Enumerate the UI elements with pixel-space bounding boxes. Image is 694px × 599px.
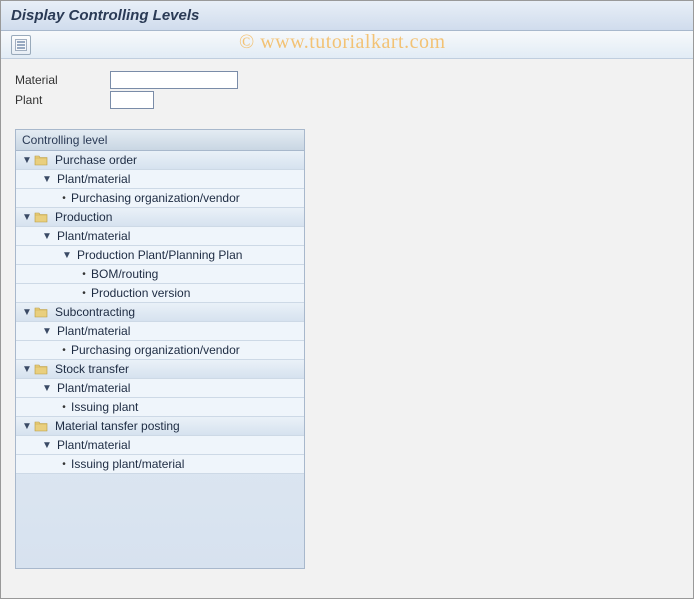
tree-body: ▼Purchase order▼Plant/material•Purchasin…: [16, 151, 304, 568]
expand-icon[interactable]: ▼: [41, 231, 53, 242]
tree-node[interactable]: ▼ Purchase order: [16, 151, 304, 170]
tree-node-label: Stock transfer: [52, 362, 129, 376]
tree-node-label: Plant/material: [54, 324, 130, 338]
expand-icon[interactable]: ▼: [61, 250, 73, 261]
expand-icon[interactable]: ▼: [21, 212, 33, 223]
toolbar: [1, 31, 693, 59]
tree-node[interactable]: •Production version: [16, 284, 304, 303]
details-icon: [15, 39, 27, 51]
tree-node-label: Issuing plant: [68, 400, 138, 414]
tree-node[interactable]: ▼Plant/material: [16, 436, 304, 455]
tree-node[interactable]: ▼ Stock transfer: [16, 360, 304, 379]
tree-node-label: Purchasing organization/vendor: [68, 191, 240, 205]
folder-icon: [34, 306, 48, 318]
material-label: Material: [15, 73, 110, 87]
expand-icon[interactable]: ▼: [41, 440, 53, 451]
material-field[interactable]: [110, 71, 238, 89]
folder-icon: [34, 363, 48, 375]
tree-node-label: Plant/material: [54, 229, 130, 243]
selection-form: Material Plant: [1, 59, 693, 121]
bullet-icon: •: [60, 193, 68, 204]
tree-node-label: Issuing plant/material: [68, 457, 184, 471]
plant-label: Plant: [15, 93, 110, 107]
page-title: Display Controlling Levels: [11, 7, 199, 24]
page-title-bar: Display Controlling Levels: [1, 1, 693, 31]
expand-icon[interactable]: ▼: [41, 174, 53, 185]
tree-node[interactable]: •Purchasing organization/vendor: [16, 189, 304, 208]
tree-header: Controlling level: [16, 130, 304, 151]
controlling-level-tree: Controlling level ▼Purchase order▼Plant/…: [15, 129, 305, 569]
tree-node-label: Plant/material: [54, 172, 130, 186]
details-button[interactable]: [11, 35, 31, 55]
tree-node[interactable]: •Issuing plant: [16, 398, 304, 417]
tree-node-label: Subcontracting: [52, 305, 135, 319]
tree-node[interactable]: ▼Plant/material: [16, 322, 304, 341]
plant-field[interactable]: [110, 91, 154, 109]
expand-icon[interactable]: ▼: [21, 364, 33, 375]
tree-node-label: Production: [52, 210, 112, 224]
folder-icon: [34, 154, 48, 166]
expand-icon[interactable]: ▼: [41, 326, 53, 337]
folder-icon: [34, 420, 48, 432]
tree-node[interactable]: ▼Plant/material: [16, 170, 304, 189]
bullet-icon: •: [80, 288, 88, 299]
bullet-icon: •: [80, 269, 88, 280]
tree-node-label: Material tansfer posting: [52, 419, 180, 433]
tree-node-label: Purchase order: [52, 153, 137, 167]
folder-icon: [34, 211, 48, 223]
expand-icon[interactable]: ▼: [21, 307, 33, 318]
bullet-icon: •: [60, 459, 68, 470]
bullet-icon: •: [60, 402, 68, 413]
tree-node-label: Plant/material: [54, 381, 130, 395]
tree-node-label: Purchasing organization/vendor: [68, 343, 240, 357]
tree-node[interactable]: •Issuing plant/material: [16, 455, 304, 474]
tree-node[interactable]: •Purchasing organization/vendor: [16, 341, 304, 360]
expand-icon[interactable]: ▼: [21, 155, 33, 166]
tree-node[interactable]: ▼Production Plant/Planning Plan: [16, 246, 304, 265]
tree-node[interactable]: ▼ Material tansfer posting: [16, 417, 304, 436]
tree-node[interactable]: •BOM/routing: [16, 265, 304, 284]
expand-icon[interactable]: ▼: [21, 421, 33, 432]
tree-node[interactable]: ▼Plant/material: [16, 227, 304, 246]
tree-node[interactable]: ▼ Production: [16, 208, 304, 227]
bullet-icon: •: [60, 345, 68, 356]
tree-node-label: Production version: [88, 286, 190, 300]
expand-icon[interactable]: ▼: [41, 383, 53, 394]
tree-node[interactable]: ▼ Subcontracting: [16, 303, 304, 322]
tree-node[interactable]: ▼Plant/material: [16, 379, 304, 398]
tree-node-label: Production Plant/Planning Plan: [74, 248, 242, 262]
tree-node-label: Plant/material: [54, 438, 130, 452]
tree-node-label: BOM/routing: [88, 267, 158, 281]
